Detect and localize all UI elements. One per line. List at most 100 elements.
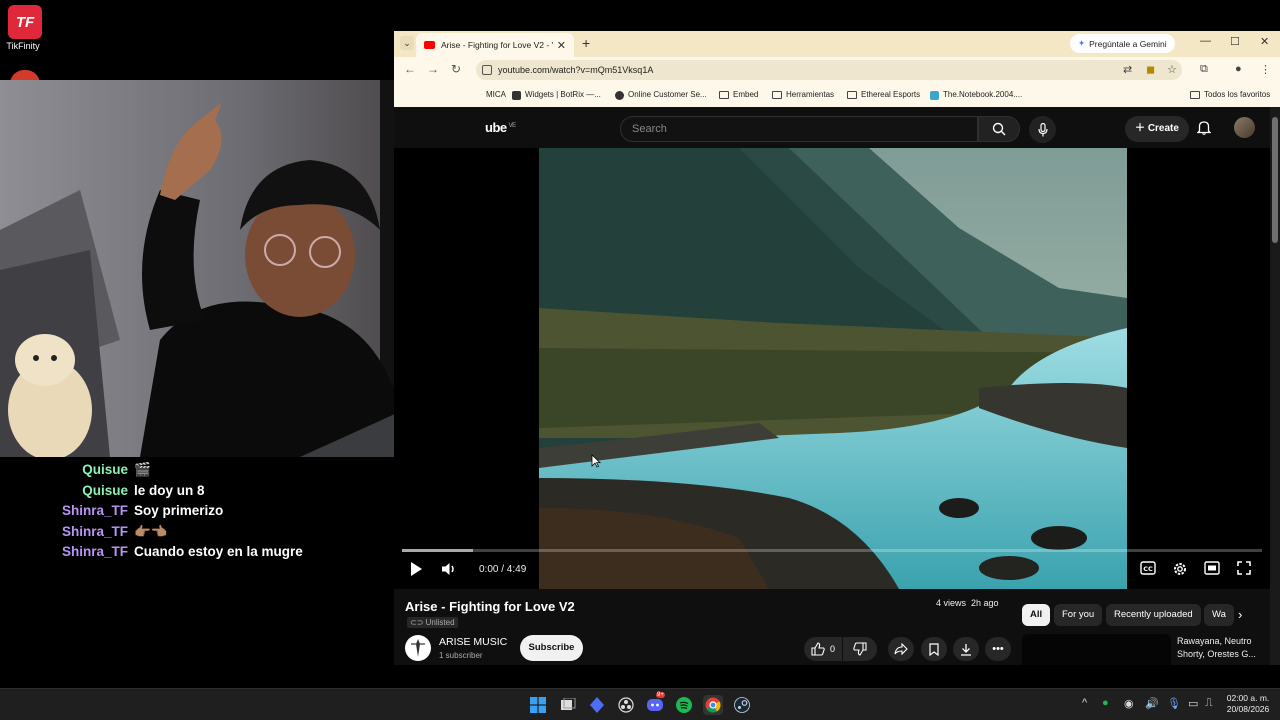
tray-network-icon[interactable]: ⎍ [1205, 697, 1213, 710]
theater-mode-icon [1204, 561, 1220, 575]
scrollbar-thumb[interactable] [1272, 117, 1278, 243]
tab-search-button[interactable]: ⌄ [400, 36, 414, 50]
tray-volume-icon[interactable]: 🔊 [1145, 697, 1159, 710]
start-button[interactable] [528, 695, 548, 715]
fullscreen-button[interactable] [1237, 561, 1251, 580]
taskbar-clock[interactable]: 02:00 a. m. 20/08/2026 [1219, 693, 1277, 715]
voice-search-button[interactable] [1029, 116, 1056, 143]
gemini-button[interactable]: ✦ Pregúntale a Gemini [1070, 34, 1175, 53]
back-icon[interactable]: ← [404, 62, 416, 76]
botrix-icon [512, 90, 521, 100]
folder-icon [847, 91, 857, 99]
buffered-bar [402, 549, 474, 552]
mouse-cursor-icon [591, 454, 601, 468]
desktop: TF TikFinity Quisue 🎬 Quisue le doy un 8… [0, 0, 1280, 720]
chrome-button[interactable] [703, 695, 723, 715]
app-button[interactable] [587, 695, 607, 715]
reload-icon[interactable]: ↻ [451, 62, 461, 76]
tray-overflow-icon[interactable]: ^ [1082, 697, 1087, 709]
translate-icon[interactable]: ⇄ [1123, 63, 1132, 76]
site-info-icon[interactable] [482, 65, 492, 75]
more-actions-button[interactable]: ••• [985, 637, 1011, 661]
like-button[interactable]: 0 [804, 637, 842, 661]
steam-icon [734, 697, 750, 713]
subscribe-button[interactable]: Subscribe [520, 635, 583, 661]
forward-icon[interactable]: → [427, 62, 439, 76]
more-horizontal-icon: ••• [992, 643, 1004, 655]
bookmark-label: Online Customer Se... [628, 90, 707, 99]
play-button[interactable] [409, 561, 423, 582]
extensions-puzzle-icon[interactable]: ⧉ [1200, 63, 1208, 76]
chat-message: Shinra_TF Cuando estoy en la mugre [0, 542, 392, 563]
bookmark-item[interactable]: Widgets | BotRix —... [512, 83, 601, 107]
close-window-icon[interactable]: ✕ [1260, 35, 1269, 48]
chip-for-you[interactable]: For you [1054, 604, 1103, 626]
extension-icon[interactable]: ◼ [1146, 63, 1155, 76]
discord-button[interactable]: 9+ [645, 692, 665, 715]
channel-avatar[interactable] [405, 635, 431, 661]
spotify-button[interactable] [674, 695, 694, 715]
discord-icon [647, 699, 663, 711]
channel-name[interactable]: ARISE MUSIC [439, 636, 507, 648]
chip-watched[interactable]: Wa [1204, 604, 1234, 626]
bookmark-item[interactable]: Herramientas [772, 83, 834, 107]
profile-icon[interactable]: ● [1235, 63, 1242, 75]
file-explorer-button[interactable] [558, 695, 578, 715]
dislike-button[interactable] [843, 637, 877, 661]
tikfinity-shortcut[interactable]: TF TikFinity [6, 5, 44, 51]
tab-title: Arise - Fighting for Love V2 - Yo [441, 40, 553, 50]
chip-all[interactable]: All [1022, 604, 1051, 626]
search-button[interactable] [978, 116, 1020, 142]
save-button[interactable] [921, 637, 947, 661]
bookmark-star-icon[interactable]: ☆ [1167, 63, 1177, 76]
play-icon [411, 562, 422, 576]
bookmark-item[interactable]: Ethereal Esports [847, 83, 920, 107]
video-player[interactable]: 0:00 / 4:49 CC [394, 148, 1270, 589]
tray-spotify-icon[interactable]: ● [1102, 697, 1109, 709]
menu-kebab-icon[interactable]: ⋮ [1260, 63, 1271, 76]
bookmark-label: Todos los favoritos [1204, 90, 1271, 99]
minimize-icon[interactable]: — [1200, 35, 1211, 47]
recommendation-thumbnail[interactable] [1022, 634, 1171, 665]
share-button[interactable] [888, 637, 914, 661]
mute-button[interactable] [441, 561, 457, 582]
chat-text: 🎬 [134, 462, 151, 477]
video-frame-image [539, 148, 1127, 589]
obs-button[interactable] [616, 695, 636, 715]
tab-youtube[interactable]: Arise - Fighting for Love V2 - Yo ✕ [416, 33, 574, 57]
chat-username: Shinra_TF [61, 544, 128, 559]
chip-recently-uploaded[interactable]: Recently uploaded [1106, 604, 1201, 626]
account-avatar[interactable] [1234, 117, 1255, 138]
search-input[interactable]: Search [620, 116, 978, 142]
subtitles-button[interactable]: CC [1140, 561, 1156, 580]
bookmark-item[interactable]: Embed [719, 83, 758, 107]
bookmark-item[interactable]: MICA [486, 83, 506, 107]
close-tab-icon[interactable]: ✕ [557, 39, 566, 52]
clock-time: 02:00 a. m. [1226, 693, 1270, 703]
settings-button[interactable] [1172, 561, 1188, 582]
page-scrollbar[interactable] [1270, 107, 1280, 665]
download-icon [961, 643, 971, 656]
tray-discord-icon[interactable]: ◉ [1124, 697, 1134, 710]
download-button[interactable] [953, 637, 979, 661]
tray-mic-icon[interactable]: 🎙 [1167, 697, 1181, 710]
theater-mode-button[interactable] [1204, 561, 1220, 580]
steam-button[interactable] [732, 695, 752, 715]
bookmark-item[interactable]: Online Customer Se... [615, 83, 707, 107]
seek-bar[interactable] [402, 549, 1262, 552]
create-button[interactable]: ＋ Create [1125, 116, 1189, 142]
thumbs-up-icon [811, 642, 825, 656]
url-text: youtube.com/watch?v=mQm51Vksq1A [498, 65, 654, 75]
bookmark-item[interactable]: The.Notebook.2004.... [930, 83, 1022, 107]
recommendation-title[interactable]: Rawayana, Neutro Shorty, Orestes G... [1177, 635, 1269, 661]
youtube-logo[interactable]: ube VE [485, 120, 516, 135]
tray-display-icon[interactable]: ▭ [1188, 697, 1198, 710]
maximize-icon[interactable]: ☐ [1230, 35, 1240, 48]
create-label: Create [1147, 123, 1179, 134]
stream-chat: Quisue 🎬 Quisue le doy un 8 Shinra_TF Soy p… [0, 460, 392, 563]
new-tab-icon[interactable]: + [582, 35, 590, 51]
chip-next-icon[interactable]: › [1238, 607, 1242, 622]
notifications-button[interactable] [1196, 120, 1212, 140]
address-bar[interactable]: youtube.com/watch?v=mQm51Vksq1A [476, 60, 1182, 80]
all-bookmarks-folder[interactable]: Todos los favoritos [1190, 83, 1270, 107]
